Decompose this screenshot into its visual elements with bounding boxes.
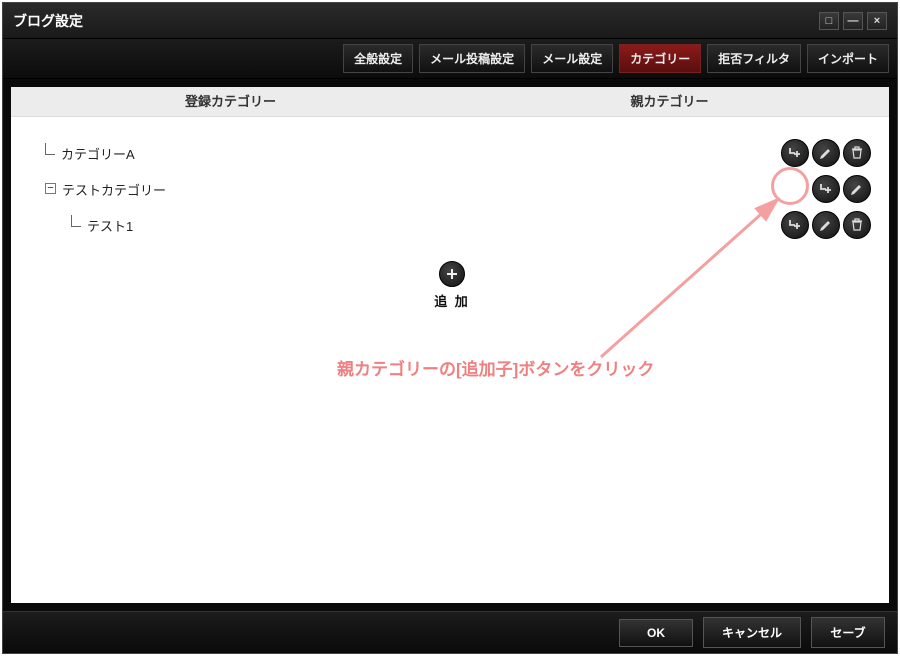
tab-general[interactable]: 全般設定	[343, 44, 413, 73]
maximize-icon: □	[826, 15, 833, 27]
tab-reject-filter[interactable]: 拒否フィルタ	[707, 44, 801, 73]
cancel-button[interactable]: キャンセル	[703, 617, 801, 648]
tab-category[interactable]: カテゴリー	[619, 44, 701, 73]
delete-button[interactable]	[843, 139, 871, 167]
pencil-icon	[849, 181, 865, 197]
trash-icon	[849, 217, 865, 233]
row-actions	[781, 139, 875, 167]
tab-bar: 全般設定 メール投稿設定 メール設定 カテゴリー 拒否フィルタ インポート	[3, 39, 897, 79]
column-parent: 親カテゴリー	[450, 87, 889, 116]
footer-bar: OK キャンセル セーブ	[3, 611, 897, 653]
annotation-text: 親カテゴリーの[追加子]ボタンをクリック	[337, 355, 654, 380]
maximize-button[interactable]: □	[819, 12, 839, 30]
column-registered: 登録カテゴリー	[11, 87, 450, 116]
tree-row: カテゴリーA	[29, 135, 875, 171]
minimize-button[interactable]: —	[843, 12, 863, 30]
row-actions	[812, 175, 875, 203]
tab-import[interactable]: インポート	[807, 44, 889, 73]
tree-item-label[interactable]: カテゴリーA	[61, 144, 135, 163]
tree-connector	[45, 143, 55, 155]
close-button[interactable]: ×	[867, 12, 887, 30]
tab-mail-settings[interactable]: メール設定	[531, 44, 613, 73]
tree-item-label[interactable]: テストカテゴリー	[62, 180, 166, 199]
tab-mail-post[interactable]: メール投稿設定	[419, 44, 525, 73]
expander-toggle[interactable]: −	[45, 183, 56, 194]
edit-button[interactable]	[812, 139, 840, 167]
add-child-button[interactable]	[781, 139, 809, 167]
ok-button[interactable]: OK	[619, 619, 693, 647]
edit-button[interactable]	[843, 175, 871, 203]
column-header: 登録カテゴリー 親カテゴリー	[11, 87, 889, 117]
tree-connector	[71, 215, 81, 227]
add-child-icon	[787, 145, 803, 161]
plus-icon	[444, 266, 460, 282]
titlebar: ブログ設定 □ — ×	[3, 3, 897, 39]
pencil-icon	[818, 145, 834, 161]
minimize-icon: —	[848, 15, 859, 27]
save-button[interactable]: セーブ	[811, 617, 885, 648]
blog-settings-window: ブログ設定 □ — × 全般設定 メール投稿設定 メール設定 カテゴリー 拒否フ…	[2, 2, 898, 654]
add-category-button[interactable]	[439, 261, 465, 287]
content-area: 登録カテゴリー 親カテゴリー カテゴリーA	[11, 87, 889, 603]
tree-item-label-wrap: カテゴリーA	[29, 144, 781, 163]
tree-item-label[interactable]: テスト1	[87, 216, 133, 235]
close-icon: ×	[874, 15, 880, 27]
delete-button[interactable]	[843, 211, 871, 239]
trash-icon	[849, 145, 865, 161]
window-title: ブログ設定	[13, 11, 83, 31]
